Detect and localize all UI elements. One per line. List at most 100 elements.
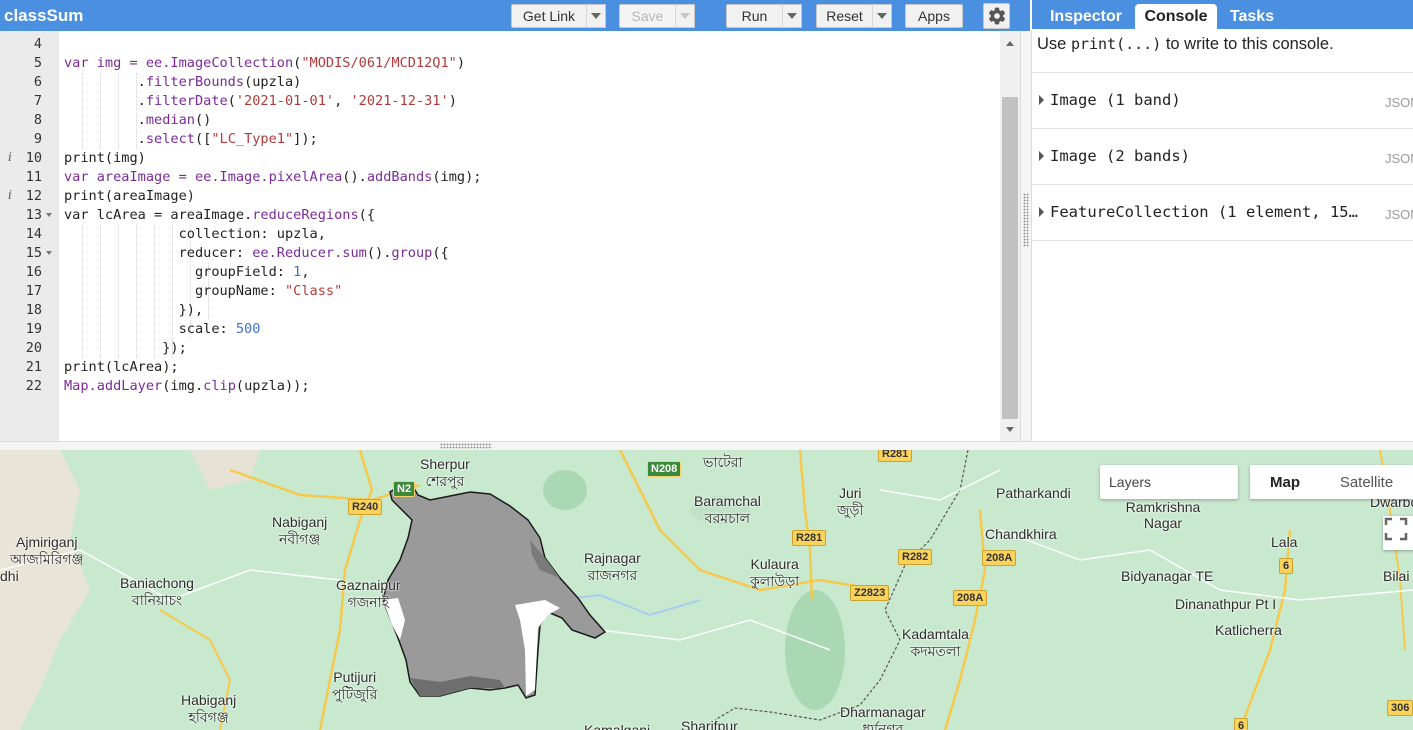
code-token: addBands — [366, 169, 433, 185]
code-token: . — [64, 93, 146, 109]
code-token: "MODIS/061/MCD12Q1" — [301, 55, 457, 71]
map-forest-patch — [543, 470, 587, 510]
console-entry[interactable]: Image (1 band) JSON — [1032, 72, 1413, 128]
splitter-grip-icon — [1023, 193, 1029, 247]
horizontal-panel-splitter[interactable] — [0, 441, 1413, 450]
code-token: (upzla) — [244, 74, 302, 90]
code-token: groupName: — [64, 283, 285, 299]
map-type-satellite-button[interactable]: Satellite — [1320, 465, 1413, 499]
place-name: Habiganj — [181, 692, 237, 708]
line-number: 16 — [25, 264, 42, 280]
run-button[interactable]: Run — [726, 4, 783, 28]
place-name: Nabiganj — [272, 514, 328, 530]
reset-button[interactable]: Reset — [816, 4, 873, 28]
code-token: "LC_Type1" — [211, 131, 294, 147]
settings-button[interactable] — [983, 3, 1010, 29]
get-link-button[interactable]: Get Link — [511, 4, 587, 28]
code-line: var img = ee.ImageCollection("MODIS/061/… — [64, 54, 465, 73]
layers-control[interactable]: Layers — [1100, 465, 1238, 499]
scroll-down-icon[interactable] — [1006, 427, 1014, 432]
code-token: ({ — [358, 207, 376, 223]
chevron-down-icon — [591, 13, 601, 19]
json-button[interactable]: JSON — [1385, 151, 1413, 166]
code-line: var lcArea = areaImage.reduceRegions({ — [64, 206, 375, 225]
tab-inspector[interactable]: Inspector — [1037, 4, 1135, 29]
place-name: Chandkhira — [985, 526, 1057, 542]
script-title[interactable]: classSum — [4, 6, 83, 26]
gear-icon — [988, 7, 1005, 25]
code-token: clip — [203, 378, 236, 394]
get-link-dropdown[interactable] — [586, 4, 606, 28]
fold-toggle-icon[interactable] — [46, 251, 52, 255]
line-number: 5 — [33, 55, 42, 71]
map-place-label: Dharmanagar ধর্মনগর — [840, 704, 926, 730]
code-token: filterDate — [145, 93, 228, 109]
code-token: ee.Image.pixelArea — [194, 169, 343, 185]
code-editor[interactable]: 4 5 6 7 8 9 10 11 12 13 14 15 16 17 18 1… — [0, 31, 1020, 441]
line-number: 13 — [25, 207, 42, 223]
code-token: scale: — [64, 321, 236, 337]
tab-console[interactable]: Console — [1135, 4, 1217, 29]
code-token: ee.ImageCollection — [145, 55, 294, 71]
code-token: (img. — [162, 378, 204, 394]
editor-scrollbar-thumb[interactable] — [1002, 97, 1018, 419]
reset-dropdown[interactable] — [872, 4, 892, 28]
place-name: Sherpur — [420, 456, 470, 472]
code-token: ( — [227, 93, 236, 109]
line-number: 12 — [25, 188, 42, 204]
run-dropdown[interactable] — [782, 4, 802, 28]
place-name: Lala — [1271, 534, 1298, 550]
right-panel-tabs: Inspector Console Tasks — [1032, 0, 1413, 29]
place-name: Putijuri — [333, 669, 377, 685]
code-line: scale: 500 — [64, 320, 261, 339]
line-number: 21 — [25, 359, 42, 375]
line-number: 11 — [25, 169, 42, 185]
json-button[interactable]: JSON — [1385, 95, 1413, 110]
map-place-label: Kamalganj — [584, 722, 650, 730]
road-shield: R281 — [792, 530, 827, 546]
code-token: 500 — [235, 321, 261, 337]
save-button[interactable]: Save — [619, 4, 676, 28]
code-token: (). — [342, 169, 367, 185]
place-local-name: কুলাউড়া — [750, 573, 800, 589]
line-number: 17 — [25, 283, 42, 299]
code-line: var areaImage = ee.Image.pixelArea().add… — [64, 168, 481, 187]
console-entry-label[interactable]: Image (2 bands) — [1050, 147, 1190, 165]
vertical-panel-splitter[interactable] — [1020, 31, 1032, 441]
chevron-down-icon — [877, 13, 887, 19]
save-dropdown[interactable] — [675, 4, 695, 28]
scroll-up-icon[interactable] — [1006, 41, 1014, 46]
fullscreen-button[interactable] — [1383, 516, 1413, 550]
code-line: Map.addLayer(img.clip(upzla)); — [64, 377, 310, 396]
expand-arrow-icon[interactable] — [1039, 95, 1044, 105]
json-button[interactable]: JSON — [1385, 207, 1413, 222]
info-icon[interactable]: i — [8, 188, 12, 202]
fold-toggle-icon[interactable] — [46, 213, 52, 217]
map-place-label: Bidyanagar TE — [1121, 568, 1213, 585]
line-number: 20 — [25, 340, 42, 356]
apps-button[interactable]: Apps — [905, 4, 963, 28]
map-place-label: Baramchal বরমচাল — [694, 493, 761, 527]
map-view[interactable]: Sherpur শেরপুর Nabiganj নবীগঞ্জ Ajmiriganj… — [0, 450, 1413, 730]
line-number: 7 — [33, 93, 42, 109]
map-minor-road — [999, 529, 1413, 601]
code-token: var lcArea = areaImage. — [64, 207, 253, 223]
road-shield: 306 — [1387, 700, 1413, 716]
clipped-landcover-layer — [382, 484, 607, 699]
code-token: select — [145, 131, 195, 147]
road-shield: N208 — [647, 461, 682, 477]
place-name: Sharifpur — [681, 718, 738, 730]
road-shield: R240 — [348, 499, 383, 515]
console-entry[interactable]: Image (2 bands) JSON — [1032, 128, 1413, 184]
place-name: Katlicherra — [1215, 622, 1282, 638]
tab-tasks[interactable]: Tasks — [1221, 4, 1283, 29]
console-entry[interactable]: FeatureCollection (1 element, 15… JSON — [1032, 184, 1413, 240]
map-type-map-button[interactable]: Map — [1250, 465, 1320, 499]
line-number-gutter: 4 5 6 7 8 9 10 11 12 13 14 15 16 17 18 1… — [0, 31, 59, 441]
info-icon[interactable]: i — [8, 150, 12, 164]
place-name: Dharmanagar — [840, 704, 926, 720]
expand-arrow-icon[interactable] — [1039, 207, 1044, 217]
expand-arrow-icon[interactable] — [1039, 151, 1044, 161]
console-entry-label[interactable]: Image (1 band) — [1050, 91, 1181, 109]
console-entry-label[interactable]: FeatureCollection (1 element, 15… — [1050, 203, 1358, 221]
